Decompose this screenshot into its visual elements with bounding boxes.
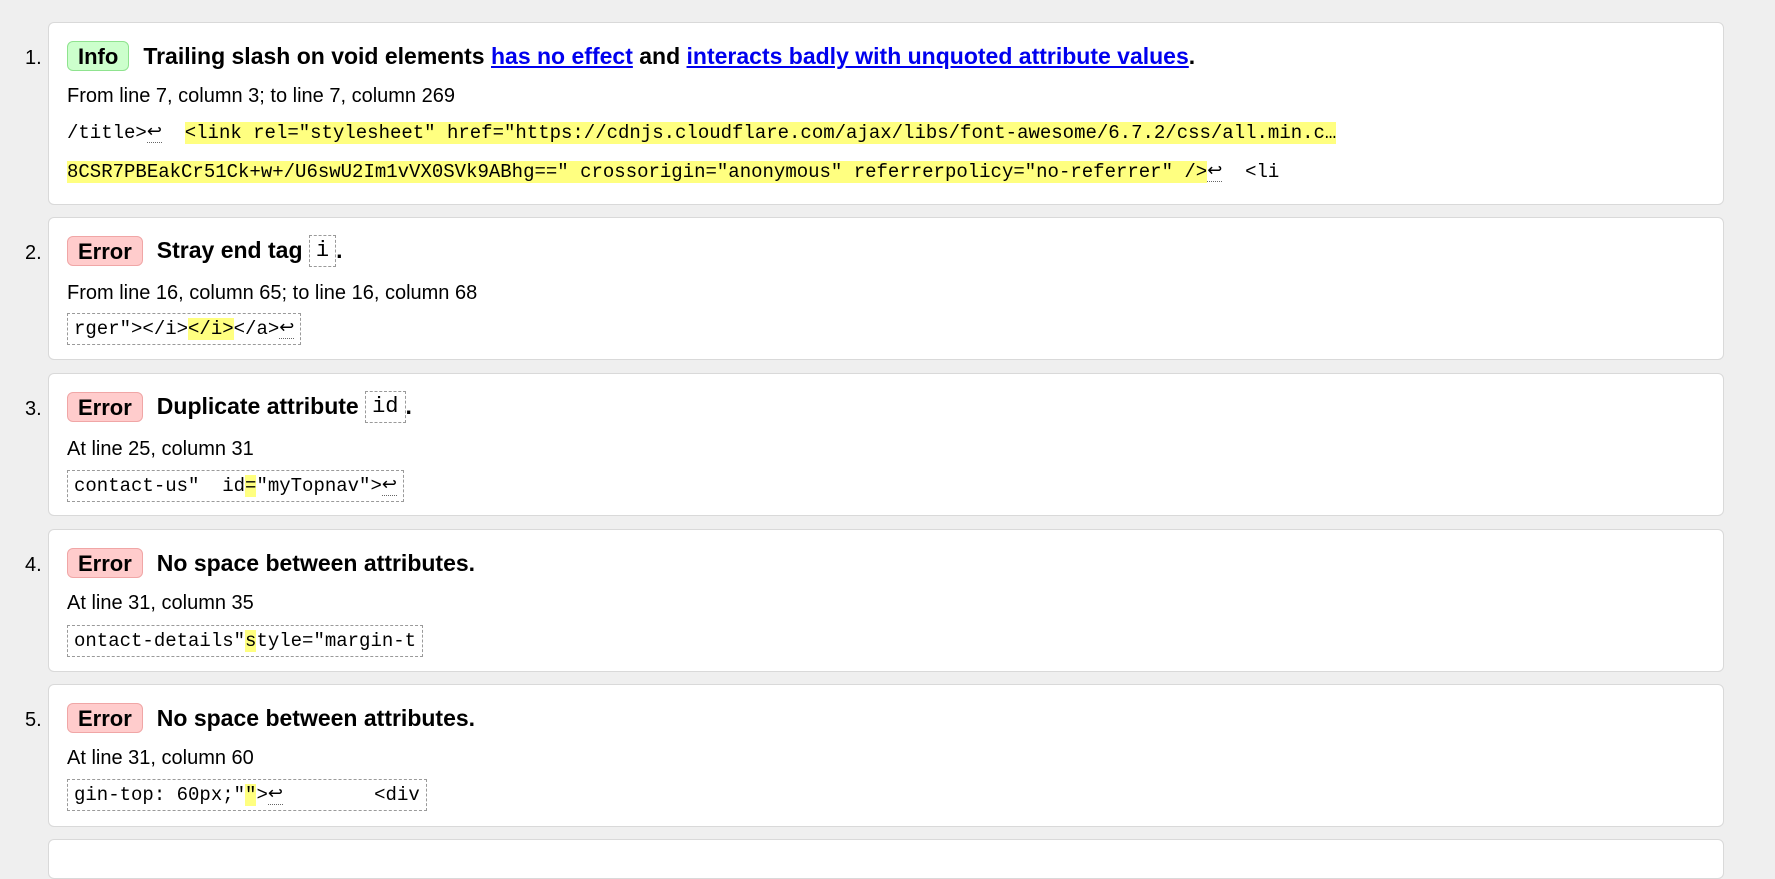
extract-before: rger"></i> <box>74 318 189 340</box>
message-number: 2. <box>25 242 42 264</box>
message-headline: Error Stray end tag i. <box>67 234 343 268</box>
info-badge: Info <box>67 41 130 71</box>
source-extract: gin-top: 60px;"">↩ <div <box>67 779 427 811</box>
return-icon: ↩ <box>279 317 295 339</box>
source-extract: rger"></i></i></a>↩ <box>67 313 302 345</box>
message-text: No space between attributes. <box>156 705 476 731</box>
message-middle: and <box>632 43 687 69</box>
extract-after: > <box>256 784 268 806</box>
error-badge: Error <box>67 548 143 578</box>
message-card: Error Duplicate attribute id. At line 25… <box>48 373 1724 516</box>
message-text: Duplicate attribute id. <box>157 391 412 424</box>
message-text: Stray end tag i. <box>157 235 343 268</box>
message-location: At line 31, column 35 <box>67 592 254 614</box>
message-card: Error No space between attributes. At li… <box>48 529 1724 672</box>
message-suffix: . <box>1188 43 1196 69</box>
source-extract-line: /title>↩ <link rel="stylesheet" href="ht… <box>67 118 1337 148</box>
message-number: 1. <box>25 47 42 69</box>
message-number: 5. <box>25 709 42 731</box>
message-prefix: Duplicate attribute <box>156 392 366 419</box>
highlighted-source: s <box>245 630 257 652</box>
message-number: 3. <box>25 398 42 420</box>
message-card <box>48 839 1724 879</box>
highlighted-source: <link rel="stylesheet" href="https://cdn… <box>184 122 1337 144</box>
extract-after: tyle="margin-t <box>256 630 417 652</box>
message-card: Error No space between attributes. At li… <box>48 684 1724 827</box>
return-icon: ↩ <box>1207 160 1223 182</box>
message-suffix: . <box>405 392 412 419</box>
highlighted-source: </i> <box>188 318 234 340</box>
message-headline: Error No space between attributes. <box>67 701 475 735</box>
message-text: Trailing slash on void elements has no e… <box>143 41 1195 71</box>
extract-before: /title> <box>67 122 147 144</box>
error-badge: Error <box>67 392 143 422</box>
message-prefix: Trailing slash on void elements <box>143 43 491 69</box>
highlighted-source: 8CSR7PBEakCr51Ck+w+/U6swU2Im1vVX0SVk9ABh… <box>67 161 1208 183</box>
message-location: From line 16, column 65; to line 16, col… <box>67 282 478 304</box>
highlighted-source: = <box>245 475 257 497</box>
message-number: 4. <box>25 554 42 576</box>
message-headline: Error Duplicate attribute id. <box>67 390 412 424</box>
extract-before: gin-top: 60px;" <box>74 784 246 806</box>
code-token: id <box>365 391 406 424</box>
extract-gap <box>162 122 185 144</box>
message-headline: Info Trailing slash on void elements has… <box>67 39 1195 73</box>
error-badge: Error <box>67 236 143 266</box>
extract-tail: <div <box>282 784 420 806</box>
message-location: From line 7, column 3; to line 7, column… <box>67 85 455 107</box>
message-card: Info Trailing slash on void elements has… <box>48 22 1724 205</box>
extract-after: <li <box>1222 161 1280 183</box>
return-icon: ↩ <box>146 121 162 143</box>
error-badge: Error <box>67 703 143 733</box>
unquoted-attribute-values-link[interactable]: interacts badly with unquoted attribute … <box>687 43 1189 69</box>
message-suffix: . <box>336 236 343 263</box>
message-text: No space between attributes. <box>156 550 476 576</box>
highlighted-source: " <box>245 784 257 806</box>
extract-after: "myTopnav"> <box>256 475 382 497</box>
message-card: Error Stray end tag i. From line 16, col… <box>48 217 1724 360</box>
message-location: At line 25, column 31 <box>67 438 254 460</box>
extract-before: contact-us" id <box>74 475 246 497</box>
message-prefix: Stray end tag <box>156 236 309 263</box>
message-location: At line 31, column 60 <box>67 747 254 769</box>
extract-before: ontact-details" <box>74 630 246 652</box>
code-token: i <box>308 235 337 268</box>
extract-after: </a> <box>233 318 280 340</box>
has-no-effect-link[interactable]: has no effect <box>491 43 633 69</box>
return-icon: ↩ <box>267 783 283 805</box>
source-extract: contact-us" id="myTopnav">↩ <box>67 470 404 502</box>
message-headline: Error No space between attributes. <box>67 546 475 580</box>
source-extract-line: 8CSR7PBEakCr51Ck+w+/U6swU2Im1vVX0SVk9ABh… <box>67 157 1279 187</box>
return-icon: ↩ <box>381 474 397 496</box>
source-extract: ontact-details"style="margin-t <box>67 625 424 657</box>
validation-message-list: 1. Info Trailing slash on void elements … <box>0 0 1775 879</box>
